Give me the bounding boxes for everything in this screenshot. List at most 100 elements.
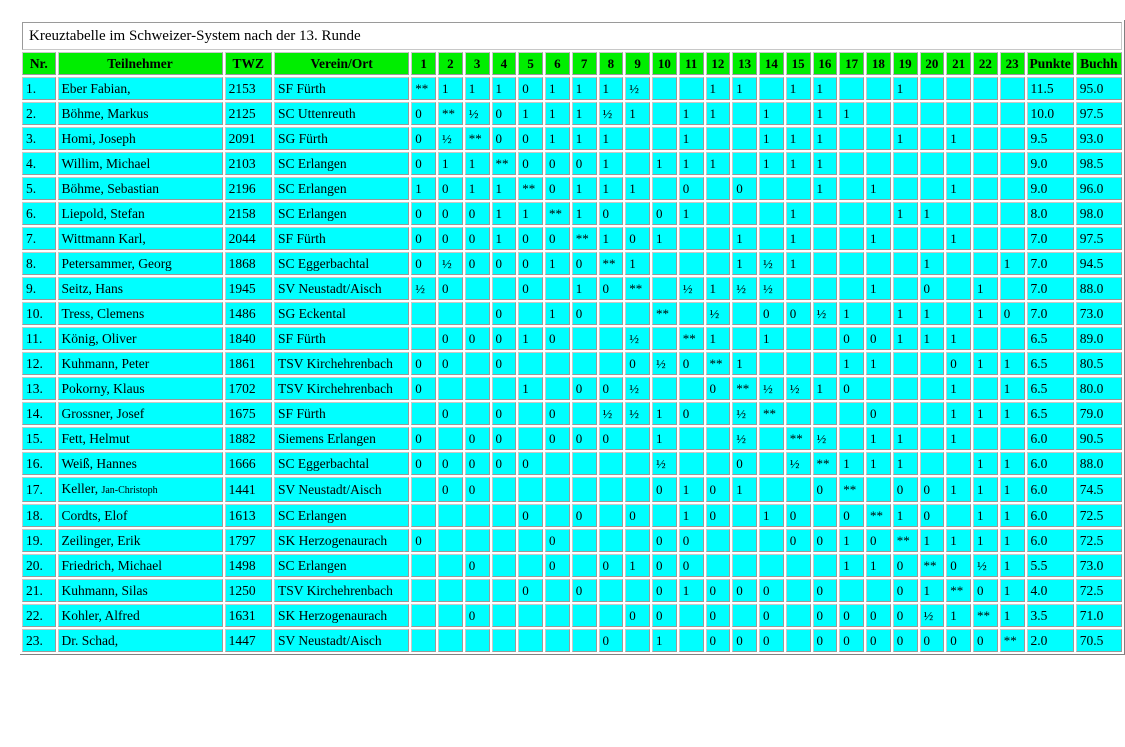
row-result-r13[interactable]: [732, 102, 758, 125]
row-result-r17[interactable]: [839, 252, 865, 275]
row-result-r21[interactable]: [946, 252, 972, 275]
row-result-r22[interactable]: [973, 102, 998, 125]
row-result-r16[interactable]: 0: [812, 629, 838, 652]
row-result-r6[interactable]: **: [545, 202, 570, 225]
row-result-r20[interactable]: 0: [919, 629, 945, 652]
row-result-r12[interactable]: 1: [705, 102, 731, 125]
row-result-r13[interactable]: 0: [732, 629, 758, 652]
row-result-r2[interactable]: 0: [438, 327, 463, 350]
row-result-r18[interactable]: [866, 252, 891, 275]
row-result-r11[interactable]: 1: [678, 102, 704, 125]
row-result-r12[interactable]: [705, 402, 731, 425]
row-result-r13[interactable]: **: [732, 377, 758, 400]
row-result-r15[interactable]: 0: [785, 302, 811, 325]
row-result-r14[interactable]: [759, 554, 784, 577]
row-result-r10[interactable]: [652, 277, 677, 300]
row-result-r18[interactable]: 0: [866, 604, 891, 627]
row-result-r17[interactable]: [839, 579, 865, 602]
row-result-r4[interactable]: 1: [491, 227, 517, 250]
row-result-r6[interactable]: [545, 629, 570, 652]
row-result-r9[interactable]: ½: [625, 377, 651, 400]
row-result-r18[interactable]: 1: [866, 177, 891, 200]
row-result-r23[interactable]: 1: [999, 352, 1025, 375]
row-result-r23[interactable]: 1: [999, 604, 1025, 627]
row-result-r9[interactable]: [625, 427, 651, 450]
row-result-r7[interactable]: [571, 402, 597, 425]
row-result-r17[interactable]: 1: [839, 529, 865, 552]
row-result-r12[interactable]: 1: [705, 277, 731, 300]
row-result-r5[interactable]: [518, 629, 544, 652]
row-result-r13[interactable]: [732, 504, 758, 527]
header-round-5[interactable]: 5: [518, 52, 544, 75]
row-result-r3[interactable]: [464, 529, 490, 552]
row-result-r8[interactable]: 0: [598, 427, 624, 450]
row-result-r23[interactable]: 1: [999, 504, 1025, 527]
row-result-r5[interactable]: 0: [518, 579, 544, 602]
row-result-r9[interactable]: [625, 202, 651, 225]
row-result-r4[interactable]: 0: [491, 102, 517, 125]
row-result-r10[interactable]: [652, 177, 677, 200]
row-result-r15[interactable]: 1: [785, 202, 811, 225]
header-twz[interactable]: TWZ: [224, 52, 273, 75]
row-result-r18[interactable]: 1: [866, 427, 891, 450]
row-result-r23[interactable]: 1: [999, 377, 1025, 400]
row-result-r5[interactable]: 0: [518, 227, 544, 250]
row-result-r2[interactable]: ½: [438, 127, 463, 150]
row-result-r4[interactable]: 1: [491, 77, 517, 100]
row-result-r22[interactable]: 1: [973, 402, 998, 425]
table-row[interactable]: 23. Dr. Schad, 1447 SV Neustadt/Aisch 0 1 0 0 0 0…: [22, 629, 1122, 652]
row-result-r5[interactable]: 0: [518, 127, 544, 150]
row-result-r23[interactable]: 1: [999, 529, 1025, 552]
row-result-r23[interactable]: [999, 327, 1025, 350]
row-result-r16[interactable]: [812, 554, 838, 577]
row-result-r7[interactable]: [571, 529, 597, 552]
row-result-r8[interactable]: ½: [598, 102, 624, 125]
row-result-r18[interactable]: 1: [866, 277, 891, 300]
row-result-r14[interactable]: 1: [759, 504, 784, 527]
row-result-r16[interactable]: 1: [812, 127, 838, 150]
row-result-r17[interactable]: 0: [839, 604, 865, 627]
row-result-r11[interactable]: 1: [678, 477, 704, 502]
row-result-r4[interactable]: [491, 277, 517, 300]
row-result-r2[interactable]: [438, 427, 463, 450]
header-teilnehmer[interactable]: Teilnehmer: [57, 52, 223, 75]
row-result-r4[interactable]: [491, 529, 517, 552]
row-result-r21[interactable]: [946, 77, 972, 100]
row-result-r10[interactable]: [652, 127, 677, 150]
row-result-r11[interactable]: ½: [678, 277, 704, 300]
row-result-r1[interactable]: [411, 629, 437, 652]
row-result-r8[interactable]: 0: [598, 277, 624, 300]
table-row[interactable]: 12. Kuhmann, Peter 1861 TSV Kirchehrenbach 0…: [22, 352, 1122, 375]
row-result-r6[interactable]: 1: [545, 77, 570, 100]
row-result-r23[interactable]: [999, 152, 1025, 175]
row-result-r1[interactable]: 0: [411, 152, 437, 175]
row-result-r19[interactable]: [892, 177, 918, 200]
row-result-r9[interactable]: 0: [625, 352, 651, 375]
row-result-r22[interactable]: [973, 227, 998, 250]
row-result-r8[interactable]: [598, 327, 624, 350]
table-row[interactable]: 14. Grossner, Josef 1675 SF Fürth 0 0 0 ½ ½ 1 0 ½ **…: [22, 402, 1122, 425]
row-result-r4[interactable]: [491, 579, 517, 602]
row-result-r4[interactable]: 0: [491, 127, 517, 150]
row-result-r14[interactable]: [759, 452, 784, 475]
row-result-r4[interactable]: [491, 629, 517, 652]
row-result-r18[interactable]: [866, 377, 891, 400]
row-result-r23[interactable]: [999, 77, 1025, 100]
table-row[interactable]: 6. Liepold, Stefan 2158 SC Erlangen 0 0 0 1 1 ** 1…: [22, 202, 1122, 225]
row-result-r15[interactable]: 0: [785, 529, 811, 552]
row-result-r22[interactable]: [973, 77, 998, 100]
row-result-r10[interactable]: 0: [652, 477, 677, 502]
row-result-r3[interactable]: [464, 277, 490, 300]
row-result-r15[interactable]: [785, 604, 811, 627]
row-result-r11[interactable]: 1: [678, 152, 704, 175]
header-round-1[interactable]: 1: [411, 52, 437, 75]
row-result-r22[interactable]: 1: [973, 277, 998, 300]
row-result-r7[interactable]: [571, 452, 597, 475]
row-result-r13[interactable]: 1: [732, 252, 758, 275]
row-result-r4[interactable]: 1: [491, 177, 517, 200]
row-result-r8[interactable]: 1: [598, 77, 624, 100]
row-result-r1[interactable]: 0: [411, 352, 437, 375]
row-result-r3[interactable]: 1: [464, 152, 490, 175]
row-result-r21[interactable]: 1: [946, 327, 972, 350]
row-result-r15[interactable]: [785, 177, 811, 200]
